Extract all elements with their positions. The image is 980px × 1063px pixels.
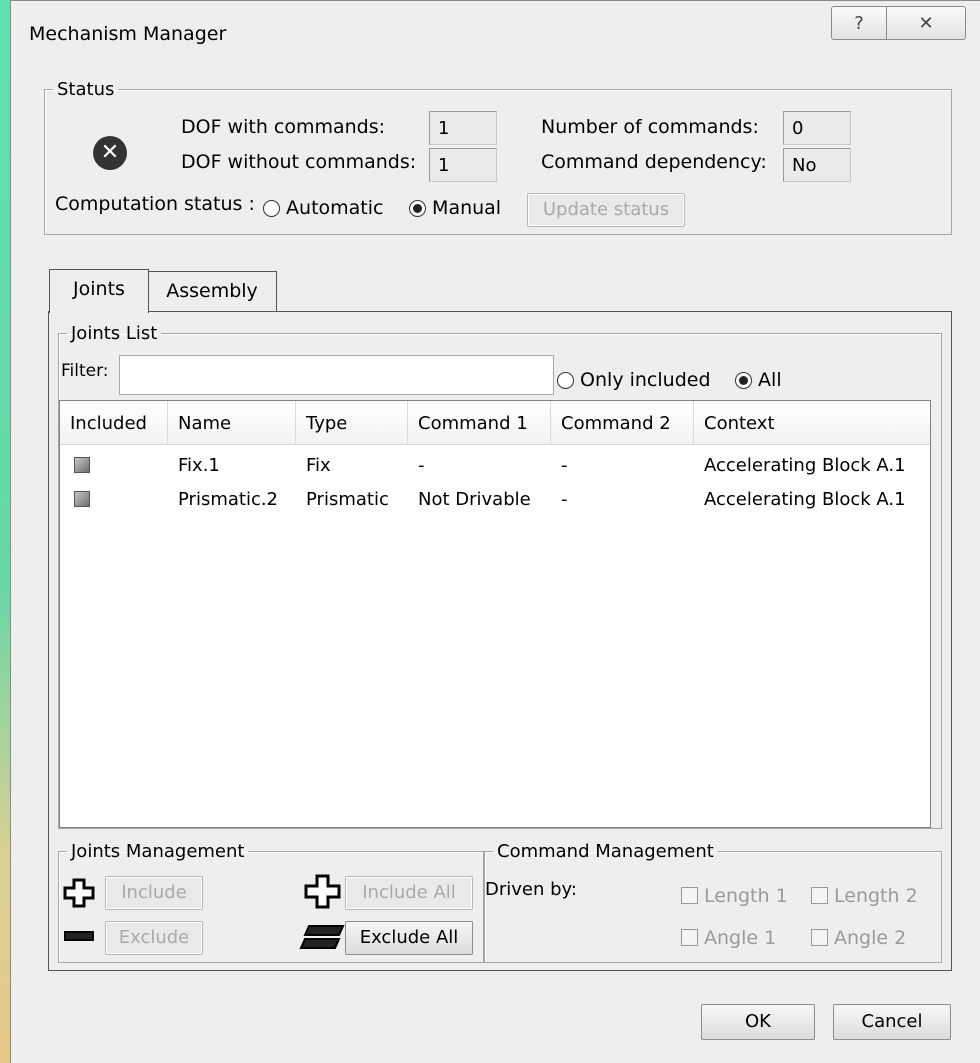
cell-command1: - xyxy=(418,455,425,476)
update-status-button[interactable]: Update status xyxy=(527,193,685,227)
column-header-name[interactable]: Name xyxy=(168,401,296,445)
length1-checkbox-box xyxy=(681,887,698,904)
dof-with-commands-label: DOF with commands: xyxy=(181,116,386,138)
angle1-checkbox[interactable]: Angle 1 xyxy=(681,927,776,949)
table-row[interactable]: Prismatic.2 Prismatic Not Drivable - Acc… xyxy=(60,485,930,519)
include-plus-icon xyxy=(63,878,95,908)
cell-command2: - xyxy=(561,455,568,476)
length1-label: Length 1 xyxy=(704,885,788,907)
angle2-checkbox-box xyxy=(811,929,828,946)
included-checkbox-icon[interactable] xyxy=(74,491,90,507)
length1-checkbox[interactable]: Length 1 xyxy=(681,885,788,907)
mechanism-manager-dialog: Mechanism Manager ? ✕ Status ✕ DOF with … xyxy=(10,0,980,1063)
table-row[interactable]: Fix.1 Fix - - Accelerating Block A.1 xyxy=(60,451,930,485)
angle2-checkbox[interactable]: Angle 2 xyxy=(811,927,906,949)
column-header-command2[interactable]: Command 2 xyxy=(551,401,694,445)
filter-input[interactable] xyxy=(119,355,554,395)
dof-without-commands-label: DOF without commands: xyxy=(181,151,417,173)
driven-by-label: Driven by: xyxy=(485,879,577,900)
only-included-label: Only included xyxy=(580,369,711,391)
angle1-label: Angle 1 xyxy=(704,927,777,949)
length2-checkbox-box xyxy=(811,887,828,904)
number-of-commands-label: Number of commands: xyxy=(541,116,759,138)
command-dependency-label: Command dependency: xyxy=(541,151,767,173)
ok-button[interactable]: OK xyxy=(701,1004,815,1040)
automatic-radio-icon xyxy=(263,200,280,217)
manual-label: Manual xyxy=(432,197,502,219)
column-header-command1[interactable]: Command 1 xyxy=(408,401,551,445)
cell-name: Prismatic.2 xyxy=(178,489,279,510)
table-header: Included Name Type Command 1 Command 2 C… xyxy=(60,401,930,445)
error-x-icon: ✕ xyxy=(93,136,127,170)
help-button[interactable]: ? xyxy=(831,6,887,40)
all-radio[interactable]: All xyxy=(735,369,782,391)
status-legend: Status xyxy=(57,79,115,100)
close-button[interactable]: ✕ xyxy=(886,6,966,40)
number-of-commands-value: 0 xyxy=(783,111,851,145)
length2-checkbox[interactable]: Length 2 xyxy=(811,885,918,907)
automatic-radio[interactable]: Automatic xyxy=(263,197,384,219)
joints-list-legend: Joints List xyxy=(71,323,158,344)
column-header-type[interactable]: Type xyxy=(296,401,408,445)
column-header-context[interactable]: Context xyxy=(694,401,930,445)
exclude-button[interactable]: Exclude xyxy=(105,921,203,955)
window-title: Mechanism Manager xyxy=(29,23,227,45)
help-icon: ? xyxy=(854,12,864,34)
command-management-legend: Command Management xyxy=(497,841,714,862)
manual-radio[interactable]: Manual xyxy=(409,197,501,219)
computation-status-label: Computation status : xyxy=(55,193,255,215)
include-all-button[interactable]: Include All xyxy=(345,876,473,910)
cancel-button[interactable]: Cancel xyxy=(833,1004,951,1040)
title-bar: Mechanism Manager ? ✕ xyxy=(11,1,980,63)
joints-table[interactable]: Included Name Type Command 1 Command 2 C… xyxy=(59,400,931,828)
cell-type: Fix xyxy=(306,455,331,476)
column-header-included[interactable]: Included xyxy=(60,401,168,445)
exclude-all-button[interactable]: Exclude All xyxy=(345,921,473,955)
all-radio-icon xyxy=(735,372,752,389)
exclude-all-minus-icon xyxy=(299,925,345,949)
angle1-checkbox-box xyxy=(681,929,698,946)
angle2-label: Angle 2 xyxy=(834,927,907,949)
exclude-minus-icon xyxy=(64,931,94,941)
manual-radio-icon xyxy=(409,200,426,217)
only-included-radio[interactable]: Only included xyxy=(557,369,711,391)
close-icon: ✕ xyxy=(918,12,934,34)
dof-without-commands-value: 1 xyxy=(429,148,497,182)
cell-command2: - xyxy=(561,489,568,510)
dof-with-commands-value: 1 xyxy=(429,111,497,145)
included-checkbox-icon[interactable] xyxy=(74,457,90,473)
include-all-plus-icon xyxy=(304,874,341,909)
filter-label: Filter: xyxy=(61,361,109,381)
tab-assembly[interactable]: Assembly xyxy=(147,271,277,311)
cell-context: Accelerating Block A.1 xyxy=(704,455,906,476)
cell-name: Fix.1 xyxy=(178,455,220,476)
automatic-label: Automatic xyxy=(286,197,384,219)
cell-type: Prismatic xyxy=(306,489,389,510)
command-dependency-value: No xyxy=(783,148,851,182)
cell-context: Accelerating Block A.1 xyxy=(704,489,906,510)
tab-joints[interactable]: Joints xyxy=(49,269,149,313)
length2-label: Length 2 xyxy=(834,885,918,907)
all-label: All xyxy=(758,369,782,391)
only-included-radio-icon xyxy=(557,372,574,389)
cell-command1: Not Drivable xyxy=(418,489,531,510)
joints-management-legend: Joints Management xyxy=(71,841,245,862)
include-button[interactable]: Include xyxy=(105,876,203,910)
